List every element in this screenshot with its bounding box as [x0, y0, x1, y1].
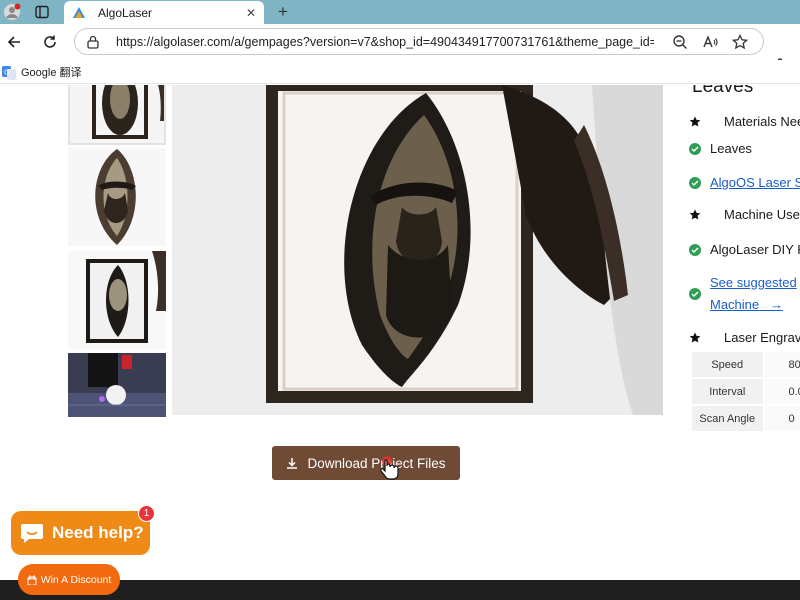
software-item: AlgoOS Laser Sy: [688, 175, 800, 190]
page-content: Leaves Materials Nee Leaves AlgoOS Laser…: [0, 85, 800, 600]
tab-bar: AlgoLaser ✕ +: [0, 0, 800, 24]
reload-button[interactable]: [38, 30, 62, 54]
suggested-link-line2[interactable]: Machine →: [710, 297, 783, 312]
address-bar-row: https://algolaser.com/a/gempages?version…: [0, 24, 800, 74]
download-project-files-button[interactable]: Download Project Files: [272, 446, 460, 480]
setting-value: 0.06: [764, 379, 800, 404]
hand-cursor-icon: [378, 455, 400, 481]
lock-icon: [87, 35, 101, 49]
check-circle-icon: [688, 287, 702, 301]
url-field[interactable]: https://algolaser.com/a/gempages?version…: [74, 28, 764, 55]
new-tab-button[interactable]: +: [272, 0, 294, 24]
discount-label: Win A Discount: [40, 573, 112, 586]
back-arrow-icon: [7, 36, 20, 48]
engraving-heading: Laser Engrav: [688, 330, 800, 345]
bookmark-google-translate[interactable]: G Google 翻译: [2, 64, 82, 80]
notification-badge: 1: [138, 505, 155, 522]
bookmark-label: Google 翻译: [21, 66, 82, 79]
suggested-link-line1[interactable]: See suggested: [710, 275, 797, 290]
arrow-right-icon: →: [769, 297, 783, 312]
chat-bubble-icon: [20, 522, 44, 544]
svg-text:G: G: [4, 68, 9, 76]
url-text[interactable]: https://algolaser.com/a/gempages?version…: [116, 35, 654, 49]
gallery-thumbnail-4[interactable]: [68, 353, 166, 417]
laser-settings-table: Speed 80 Interval 0.06 Scan Angle 0: [692, 352, 800, 433]
star-icon: [688, 331, 702, 345]
project-details-panel: Leaves Materials Nee Leaves AlgoOS Laser…: [688, 85, 800, 435]
setting-value: 0: [764, 406, 800, 431]
need-help-chat-button[interactable]: Need help?: [11, 511, 150, 555]
star-icon: [688, 115, 702, 129]
favorite-star-icon[interactable]: [731, 33, 749, 51]
gift-icon: [27, 575, 37, 585]
read-aloud-icon[interactable]: [701, 33, 719, 51]
zoom-icon[interactable]: [671, 33, 689, 51]
profile-avatar-icon[interactable]: [0, 0, 24, 24]
reload-icon: [44, 35, 56, 48]
setting-label: Scan Angle: [692, 406, 763, 431]
gallery-thumbnail-2[interactable]: [68, 148, 166, 246]
tab-algolaser[interactable]: AlgoLaser ✕: [64, 1, 264, 24]
win-a-discount-button[interactable]: Win A Discount: [18, 564, 120, 595]
star-icon: [688, 208, 702, 222]
tab-title: AlgoLaser: [98, 5, 153, 20]
google-translate-icon: G: [2, 65, 16, 80]
setting-value: 80: [764, 352, 800, 377]
need-help-label: Need help?: [52, 523, 144, 542]
setting-label: Speed: [692, 352, 763, 377]
gallery-thumbnail-3[interactable]: [68, 251, 166, 349]
page-footer: [0, 580, 800, 600]
check-circle-icon: [688, 176, 702, 190]
software-link[interactable]: AlgoOS Laser Sy: [710, 175, 800, 190]
workspaces-icon[interactable]: [28, 0, 56, 24]
tab-close-icon[interactable]: ✕: [246, 6, 256, 20]
materials-heading: Materials Nee: [688, 114, 800, 129]
download-icon: [286, 456, 300, 470]
machine-heading: Machine Use: [688, 207, 800, 222]
back-button[interactable]: [2, 30, 26, 54]
download-label: Download Project Files: [307, 455, 446, 471]
main-product-image[interactable]: [172, 85, 663, 415]
algolaser-favicon-icon: [72, 6, 86, 20]
project-title: Leaves: [692, 85, 754, 97]
check-circle-icon: [688, 243, 702, 257]
setting-label: Interval: [692, 379, 763, 404]
table-row: Speed 80: [692, 352, 800, 377]
gallery-thumbnail-1[interactable]: [68, 85, 166, 145]
table-row: Scan Angle 0: [692, 406, 800, 431]
check-circle-icon: [688, 142, 702, 156]
table-row: Interval 0.06: [692, 379, 800, 404]
material-item: Leaves: [688, 141, 752, 156]
machine-item: AlgoLaser DIY K: [688, 242, 800, 257]
suggested-machine-item: [688, 287, 710, 301]
bookmarks-bar: G Google 翻译: [0, 60, 800, 84]
